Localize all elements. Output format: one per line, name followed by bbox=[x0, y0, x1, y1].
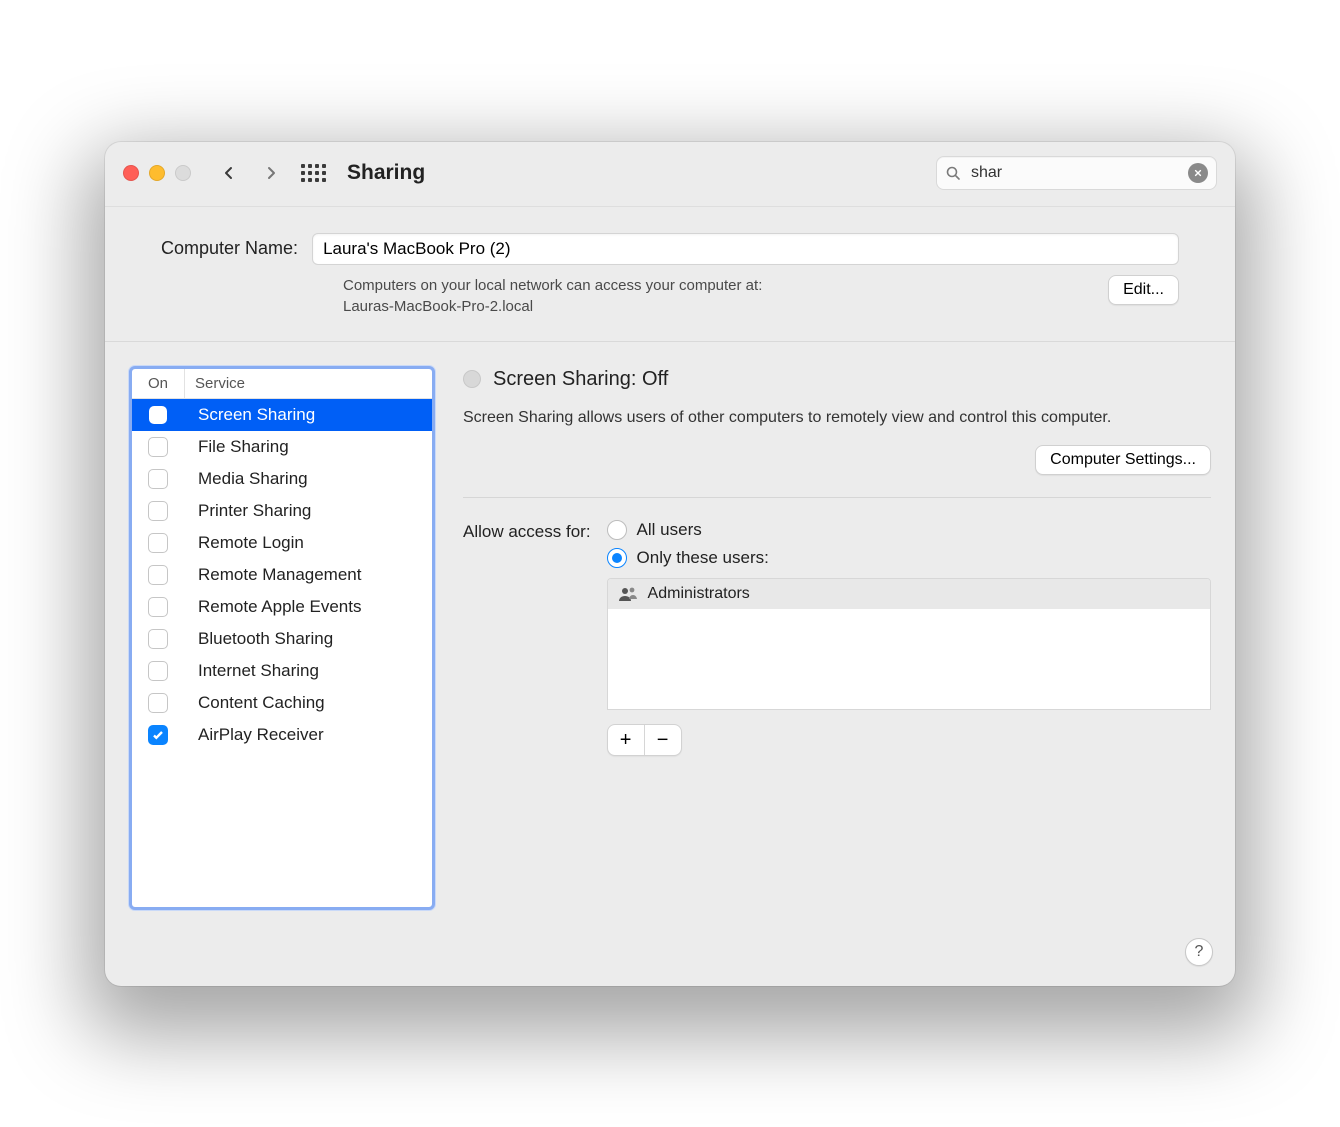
service-row[interactable]: Media Sharing bbox=[132, 463, 432, 495]
service-row[interactable]: Bluetooth Sharing bbox=[132, 623, 432, 655]
service-label: Screen Sharing bbox=[184, 405, 315, 425]
divider bbox=[463, 497, 1211, 498]
pane-title: Sharing bbox=[347, 161, 425, 185]
back-button[interactable] bbox=[215, 159, 243, 187]
service-checkbox[interactable] bbox=[148, 693, 168, 713]
service-row[interactable]: Internet Sharing bbox=[132, 655, 432, 687]
service-checkbox[interactable] bbox=[148, 501, 168, 521]
services-header: On Service bbox=[132, 369, 432, 399]
computer-settings-button[interactable]: Computer Settings... bbox=[1035, 445, 1211, 475]
radio-button bbox=[607, 520, 627, 540]
services-header-on: On bbox=[132, 369, 185, 398]
service-label: Internet Sharing bbox=[184, 661, 319, 681]
computer-name-label: Computer Name: bbox=[161, 238, 298, 259]
service-label: Bluetooth Sharing bbox=[184, 629, 333, 649]
hostname-text: Lauras-MacBook-Pro-2.local bbox=[343, 298, 533, 315]
service-checkbox[interactable] bbox=[148, 661, 168, 681]
titlebar: Sharing bbox=[105, 142, 1235, 207]
service-label: Media Sharing bbox=[184, 469, 308, 489]
radio-all-users[interactable]: All users bbox=[607, 520, 1211, 540]
search-input[interactable] bbox=[969, 163, 1180, 183]
services-panel: On Service Screen Sharing File Sharing Med… bbox=[129, 366, 435, 910]
service-row[interactable]: AirPlay Receiver bbox=[132, 719, 432, 751]
service-description: Screen Sharing allows users of other com… bbox=[463, 407, 1211, 429]
access-section: Allow access for: All users Only these u… bbox=[463, 520, 1211, 756]
service-row[interactable]: Remote Login bbox=[132, 527, 432, 559]
radio-only-these-users[interactable]: Only these users: bbox=[607, 548, 1211, 568]
computer-name-section: Computer Name: Computers on your local n… bbox=[105, 207, 1235, 342]
service-checkbox[interactable] bbox=[148, 725, 168, 745]
radio-all-label: All users bbox=[637, 520, 702, 540]
edit-hostname-button[interactable]: Edit... bbox=[1108, 275, 1179, 305]
service-row[interactable]: Printer Sharing bbox=[132, 495, 432, 527]
forward-button[interactable] bbox=[257, 159, 285, 187]
help-button[interactable]: ? bbox=[1185, 938, 1213, 966]
user-row[interactable]: Administrators bbox=[608, 579, 1210, 609]
computer-name-hint: Computers on your local network can acce… bbox=[343, 275, 1090, 317]
service-row[interactable]: File Sharing bbox=[132, 431, 432, 463]
close-icon bbox=[1194, 168, 1202, 178]
clear-search-button[interactable] bbox=[1188, 163, 1208, 183]
remove-user-button[interactable]: − bbox=[645, 725, 681, 755]
status-title: Screen Sharing: Off bbox=[493, 368, 668, 391]
traffic-lights bbox=[123, 165, 191, 181]
close-button[interactable] bbox=[123, 165, 139, 181]
services-list[interactable]: Screen Sharing File Sharing Media Sharing P… bbox=[132, 399, 432, 907]
service-checkbox[interactable] bbox=[148, 469, 168, 489]
service-label: Remote Login bbox=[184, 533, 304, 553]
preferences-window: Sharing Computer Name: Computers on your… bbox=[105, 142, 1235, 986]
service-label: Remote Management bbox=[184, 565, 361, 585]
service-row[interactable]: Remote Management bbox=[132, 559, 432, 591]
access-label: Allow access for: bbox=[463, 520, 591, 756]
service-label: Remote Apple Events bbox=[184, 597, 361, 617]
service-label: File Sharing bbox=[184, 437, 289, 457]
service-checkbox[interactable] bbox=[149, 406, 167, 424]
service-checkbox[interactable] bbox=[148, 533, 168, 553]
service-row[interactable]: Remote Apple Events bbox=[132, 591, 432, 623]
main-content: On Service Screen Sharing File Sharing Med… bbox=[105, 342, 1235, 938]
minimize-button[interactable] bbox=[149, 165, 165, 181]
services-header-service: Service bbox=[185, 369, 255, 398]
service-detail-panel: Screen Sharing: Off Screen Sharing allow… bbox=[463, 366, 1211, 910]
radio-only-label: Only these users: bbox=[637, 548, 769, 568]
allowed-users-list[interactable]: Administrators bbox=[607, 578, 1211, 710]
service-checkbox[interactable] bbox=[148, 597, 168, 617]
service-checkbox[interactable] bbox=[148, 629, 168, 649]
service-label: AirPlay Receiver bbox=[184, 725, 324, 745]
chevron-left-icon bbox=[221, 165, 237, 181]
service-label: Printer Sharing bbox=[184, 501, 311, 521]
service-label: Content Caching bbox=[184, 693, 325, 713]
service-row[interactable]: Content Caching bbox=[132, 687, 432, 719]
zoom-button[interactable] bbox=[175, 165, 191, 181]
status-indicator bbox=[463, 370, 481, 388]
radio-button bbox=[607, 548, 627, 568]
search-icon bbox=[945, 165, 961, 181]
footer: ? bbox=[105, 938, 1235, 986]
add-remove-controls: + − bbox=[607, 724, 682, 756]
hint-prefix: Computers on your local network can acce… bbox=[343, 277, 762, 294]
computer-name-input[interactable] bbox=[312, 233, 1179, 265]
add-user-button[interactable]: + bbox=[608, 725, 644, 755]
chevron-right-icon bbox=[263, 165, 279, 181]
search-field[interactable] bbox=[936, 156, 1217, 190]
users-icon bbox=[618, 586, 638, 602]
service-checkbox[interactable] bbox=[148, 437, 168, 457]
service-row[interactable]: Screen Sharing bbox=[132, 399, 432, 431]
show-all-icon[interactable] bbox=[301, 161, 325, 185]
service-checkbox[interactable] bbox=[148, 565, 168, 585]
